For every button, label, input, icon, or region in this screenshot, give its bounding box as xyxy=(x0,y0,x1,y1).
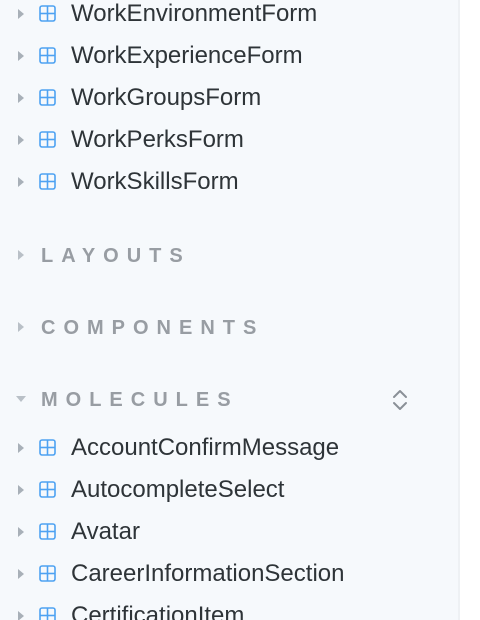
tree-item-label: AccountConfirmMessage xyxy=(71,434,340,461)
tree-item-account-confirm-message[interactable]: AccountConfirmMessage xyxy=(0,429,458,467)
triangle-right-icon[interactable] xyxy=(18,135,24,145)
component-grid-icon xyxy=(39,523,56,540)
triangle-right-icon[interactable] xyxy=(18,443,24,453)
group-title-components: COMPONENTS xyxy=(41,317,265,339)
component-grid-icon xyxy=(39,131,56,148)
tree-item-career-information-section[interactable]: CareerInformationSection xyxy=(0,555,458,593)
tree-item-label: AutocompleteSelect xyxy=(71,476,285,503)
tree-item-label: Avatar xyxy=(71,518,140,545)
group-title-layouts: LAYOUTS xyxy=(41,245,191,267)
tree-item-work-environment-form[interactable]: WorkEnvironmentForm xyxy=(0,0,458,33)
tree-item-label: WorkPerksForm xyxy=(71,126,244,153)
tree-item-label: WorkExperienceForm xyxy=(71,42,303,69)
triangle-right-icon[interactable] xyxy=(18,322,24,332)
component-grid-icon xyxy=(39,89,56,106)
triangle-right-icon[interactable] xyxy=(18,177,24,187)
triangle-right-icon[interactable] xyxy=(18,93,24,103)
triangle-right-icon[interactable] xyxy=(18,527,24,537)
group-header-layouts[interactable]: LAYOUTS xyxy=(0,238,458,274)
tree-item-work-groups-form[interactable]: WorkGroupsForm xyxy=(0,79,458,117)
sidebar: WorkEnvironmentForm WorkExperienceForm W… xyxy=(0,0,458,620)
tree-item-label: CertificationItem xyxy=(71,602,245,620)
group-title-molecules: MOLECULES xyxy=(41,389,239,411)
tree-item-label: WorkGroupsForm xyxy=(71,84,262,111)
component-grid-icon xyxy=(39,481,56,498)
tree-item-avatar[interactable]: Avatar xyxy=(0,513,458,551)
tree-item-autocomplete-select[interactable]: AutocompleteSelect xyxy=(0,471,458,509)
group-header-components[interactable]: COMPONENTS xyxy=(0,310,458,346)
triangle-right-icon[interactable] xyxy=(18,569,24,579)
component-grid-icon xyxy=(39,607,56,620)
tree-item-label: WorkEnvironmentForm xyxy=(71,0,318,27)
tree-item-label: WorkSkillsForm xyxy=(71,168,239,195)
group-header-molecules[interactable]: MOLECULES xyxy=(0,382,458,418)
tree-item-label: CareerInformationSection xyxy=(71,560,345,587)
component-grid-icon xyxy=(39,439,56,456)
component-grid-icon xyxy=(39,47,56,64)
tree-item-work-experience-form[interactable]: WorkExperienceForm xyxy=(0,37,458,75)
chevron-up-down-icon[interactable] xyxy=(388,386,412,414)
component-grid-icon xyxy=(39,565,56,582)
preview-pane xyxy=(460,0,480,620)
triangle-right-icon[interactable] xyxy=(18,9,24,19)
triangle-right-icon[interactable] xyxy=(18,51,24,61)
tree-item-work-perks-form[interactable]: WorkPerksForm xyxy=(0,121,458,159)
tree-item-work-skills-form[interactable]: WorkSkillsForm xyxy=(0,163,458,201)
triangle-down-icon[interactable] xyxy=(16,396,26,402)
tree-item-certification-item[interactable]: CertificationItem xyxy=(0,597,458,620)
triangle-right-icon[interactable] xyxy=(18,485,24,495)
triangle-right-icon[interactable] xyxy=(18,611,24,620)
component-grid-icon xyxy=(39,173,56,190)
triangle-right-icon[interactable] xyxy=(18,250,24,260)
component-grid-icon xyxy=(39,5,56,22)
